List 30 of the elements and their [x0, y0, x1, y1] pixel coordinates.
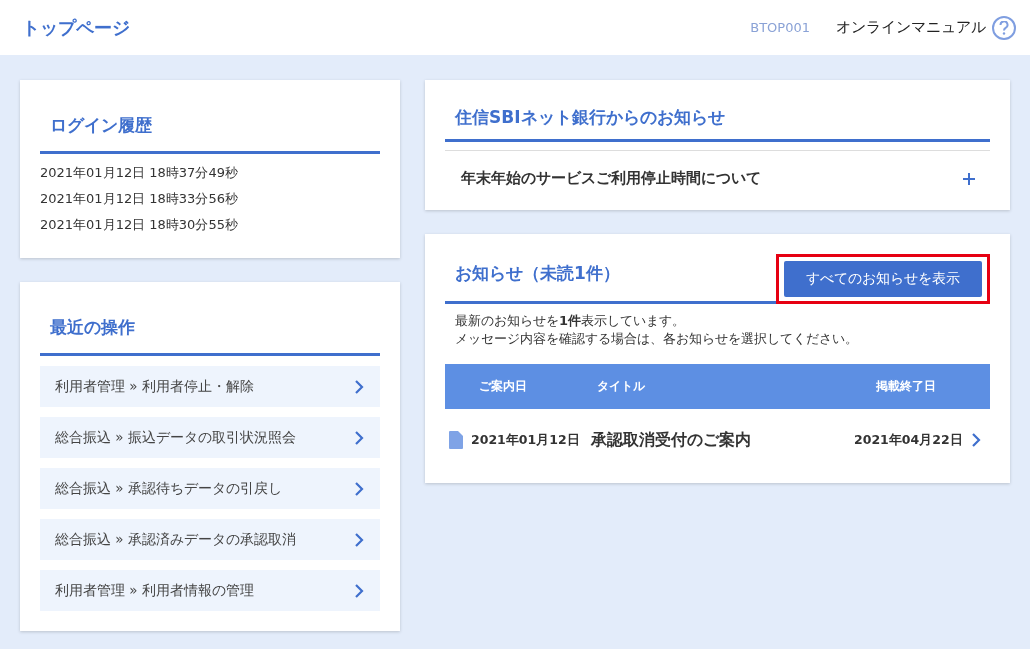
- online-manual-link[interactable]: オンラインマニュアル: [836, 15, 1016, 40]
- operation-label: 総合振込 » 振込データの取引状況照会: [55, 428, 296, 447]
- login-entry: 2021年01月12日 18時30分55秒: [40, 216, 239, 234]
- login-entry: 2021年01月12日 18時33分56秒: [40, 190, 239, 208]
- notices-description: 最新のお知らせを1件表示しています。 メッセージ内容を確認する場合は、各お知らせを選択してください。: [455, 312, 859, 348]
- recent-operation-item[interactable]: 利用者管理 » 利用者停止・解除: [40, 366, 380, 407]
- show-all-notices-button[interactable]: すべてのお知らせを表示: [784, 261, 982, 297]
- notices-title: お知らせ（未読1件）: [445, 262, 776, 304]
- bank-notice-item[interactable]: 年末年始のサービスご利用停止時間について: [445, 151, 990, 206]
- recent-operation-item[interactable]: 利用者管理 » 利用者情報の管理: [40, 570, 380, 611]
- bank-notice-title: 年末年始のサービスご利用停止時間について: [461, 169, 761, 188]
- column-header: ご案内日: [445, 364, 585, 409]
- operation-label: 総合振込 » 承認済みデータの承認取消: [55, 530, 296, 549]
- notice-title-link[interactable]: 承認取消受付のご案内: [585, 409, 850, 471]
- recent-operations-title: 最近の操作: [40, 302, 380, 356]
- operation-label: 利用者管理 » 利用者情報の管理: [55, 581, 254, 600]
- column-header: 掲載終了日: [850, 364, 990, 409]
- screen-id: BTOP001: [750, 20, 810, 35]
- login-history-title: ログイン履歴: [40, 100, 380, 154]
- recent-operation-item[interactable]: 総合振込 » 振込データの取引状況照会: [40, 417, 380, 458]
- recent-operation-item[interactable]: 総合振込 » 承認済みデータの承認取消: [40, 519, 380, 560]
- operation-label: 総合振込 » 承認待ちデータの引戻し: [55, 479, 282, 498]
- page-title: トップページ: [22, 15, 131, 40]
- notice-date: 2021年01月12日: [471, 431, 580, 449]
- bank-notices-title: 住信SBIネット銀行からのお知らせ: [445, 98, 990, 142]
- recent-operation-item[interactable]: 総合振込 » 承認待ちデータの引戻し: [40, 468, 380, 509]
- column-header: タイトル: [585, 364, 850, 409]
- notice-end-date: 2021年04月22日: [854, 431, 963, 449]
- operation-label: 利用者管理 » 利用者停止・解除: [55, 377, 254, 396]
- login-entry: 2021年01月12日 18時37分49秒: [40, 164, 239, 182]
